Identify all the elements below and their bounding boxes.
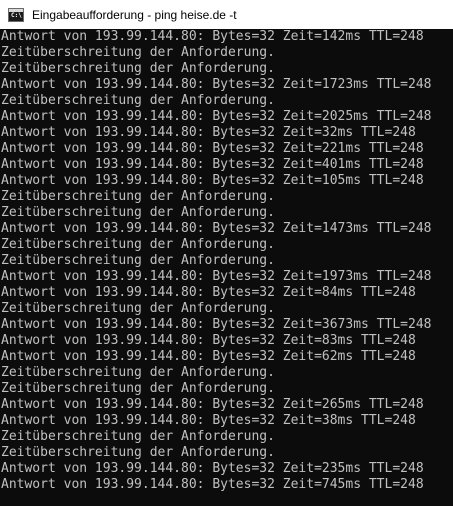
console-line: Antwort von 193.99.144.80: Bytes=32 Zeit… <box>1 269 432 284</box>
console-line: Antwort von 193.99.144.80: Bytes=32 Zeit… <box>1 221 432 236</box>
console-line: Antwort von 193.99.144.80: Bytes=32 Zeit… <box>1 461 424 476</box>
console-line: Antwort von 193.99.144.80: Bytes=32 Zeit… <box>1 109 432 124</box>
console-line: Zeitüberschreitung der Anforderung. <box>1 253 275 268</box>
console-line: Zeitüberschreitung der Anforderung. <box>1 189 275 204</box>
console-line: Zeitüberschreitung der Anforderung. <box>1 45 275 60</box>
console-line: Antwort von 193.99.144.80: Bytes=32 Zeit… <box>1 413 416 428</box>
console-line: Zeitüberschreitung der Anforderung. <box>1 381 275 396</box>
console-line: Zeitüberschreitung der Anforderung. <box>1 429 275 444</box>
console-line: Antwort von 193.99.144.80: Bytes=32 Zeit… <box>1 29 424 44</box>
console-line: Antwort von 193.99.144.80: Bytes=32 Zeit… <box>1 317 432 332</box>
console-line: Zeitüberschreitung der Anforderung. <box>1 205 275 220</box>
console-line: Antwort von 193.99.144.80: Bytes=32 Zeit… <box>1 349 416 364</box>
console-output[interactable]: Antwort von 193.99.144.80: Bytes=32 Zeit… <box>0 29 453 506</box>
console-line: Antwort von 193.99.144.80: Bytes=32 Zeit… <box>1 397 424 412</box>
console-line: Antwort von 193.99.144.80: Bytes=32 Zeit… <box>1 285 416 300</box>
console-line: Antwort von 193.99.144.80: Bytes=32 Zeit… <box>1 157 424 172</box>
console-line: Antwort von 193.99.144.80: Bytes=32 Zeit… <box>1 477 424 492</box>
console-line: Zeitüberschreitung der Anforderung. <box>1 237 275 252</box>
console-line: Zeitüberschreitung der Anforderung. <box>1 445 275 460</box>
console-line: Zeitüberschreitung der Anforderung. <box>1 61 275 76</box>
console-line: Antwort von 193.99.144.80: Bytes=32 Zeit… <box>1 77 432 92</box>
console-line: Zeitüberschreitung der Anforderung. <box>1 301 275 316</box>
cmd-icon-prompt: C:\ <box>11 11 22 19</box>
console-line: Antwort von 193.99.144.80: Bytes=32 Zeit… <box>1 173 424 188</box>
console-line: Antwort von 193.99.144.80: Bytes=32 Zeit… <box>1 141 424 156</box>
window-title: Eingabeaufforderung - ping heise.de -t <box>32 7 237 22</box>
console-line: Zeitüberschreitung der Anforderung. <box>1 365 275 380</box>
console-line: Zeitüberschreitung der Anforderung. <box>1 93 275 108</box>
title-bar[interactable]: C:\ Eingabeaufforderung - ping heise.de … <box>0 0 453 29</box>
cmd-icon[interactable]: C:\ <box>8 7 24 22</box>
command-prompt-window: C:\ Eingabeaufforderung - ping heise.de … <box>0 0 453 506</box>
console-line: Antwort von 193.99.144.80: Bytes=32 Zeit… <box>1 333 416 348</box>
console-line: Antwort von 193.99.144.80: Bytes=32 Zeit… <box>1 125 416 140</box>
